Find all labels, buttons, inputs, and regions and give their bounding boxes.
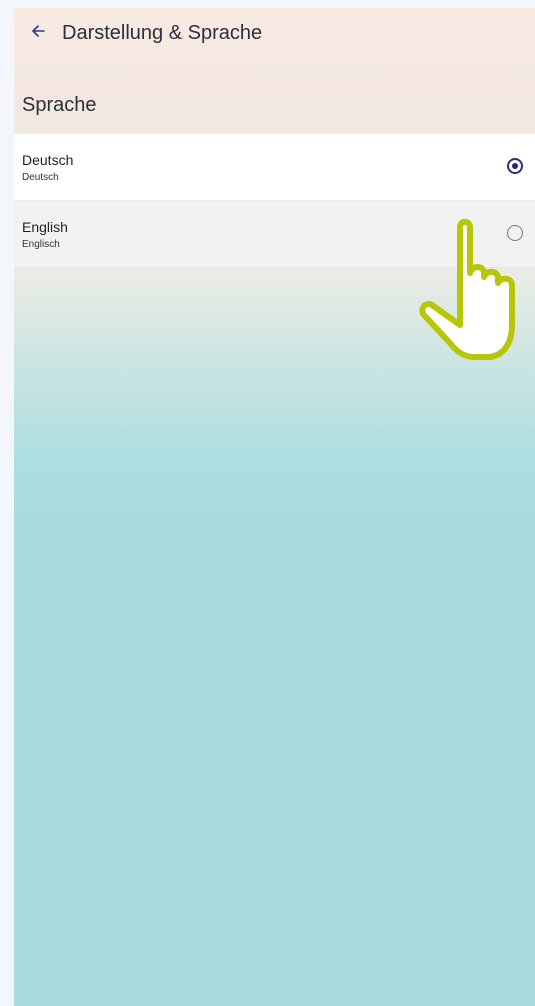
option-label: English — [22, 218, 68, 235]
radio-button-selected[interactable] — [507, 158, 523, 174]
option-sublabel: Deutsch — [22, 171, 59, 183]
app-screen: Darstellung & Sprache Sprache Deutsch De… — [14, 8, 535, 1006]
language-option-deutsch[interactable]: Deutsch Deutsch — [14, 134, 535, 200]
page-title: Darstellung & Sprache — [62, 21, 263, 44]
option-sublabel: Englisch — [22, 238, 60, 250]
section-title: Sprache — [22, 94, 97, 116]
language-option-english[interactable]: English Englisch — [14, 201, 535, 268]
back-button[interactable] — [18, 13, 58, 53]
app-bar: Darstellung & Sprache — [14, 8, 535, 58]
radio-button-unselected[interactable] — [507, 225, 523, 241]
option-label: Deutsch — [22, 151, 74, 168]
arrow-left-icon — [30, 23, 46, 44]
